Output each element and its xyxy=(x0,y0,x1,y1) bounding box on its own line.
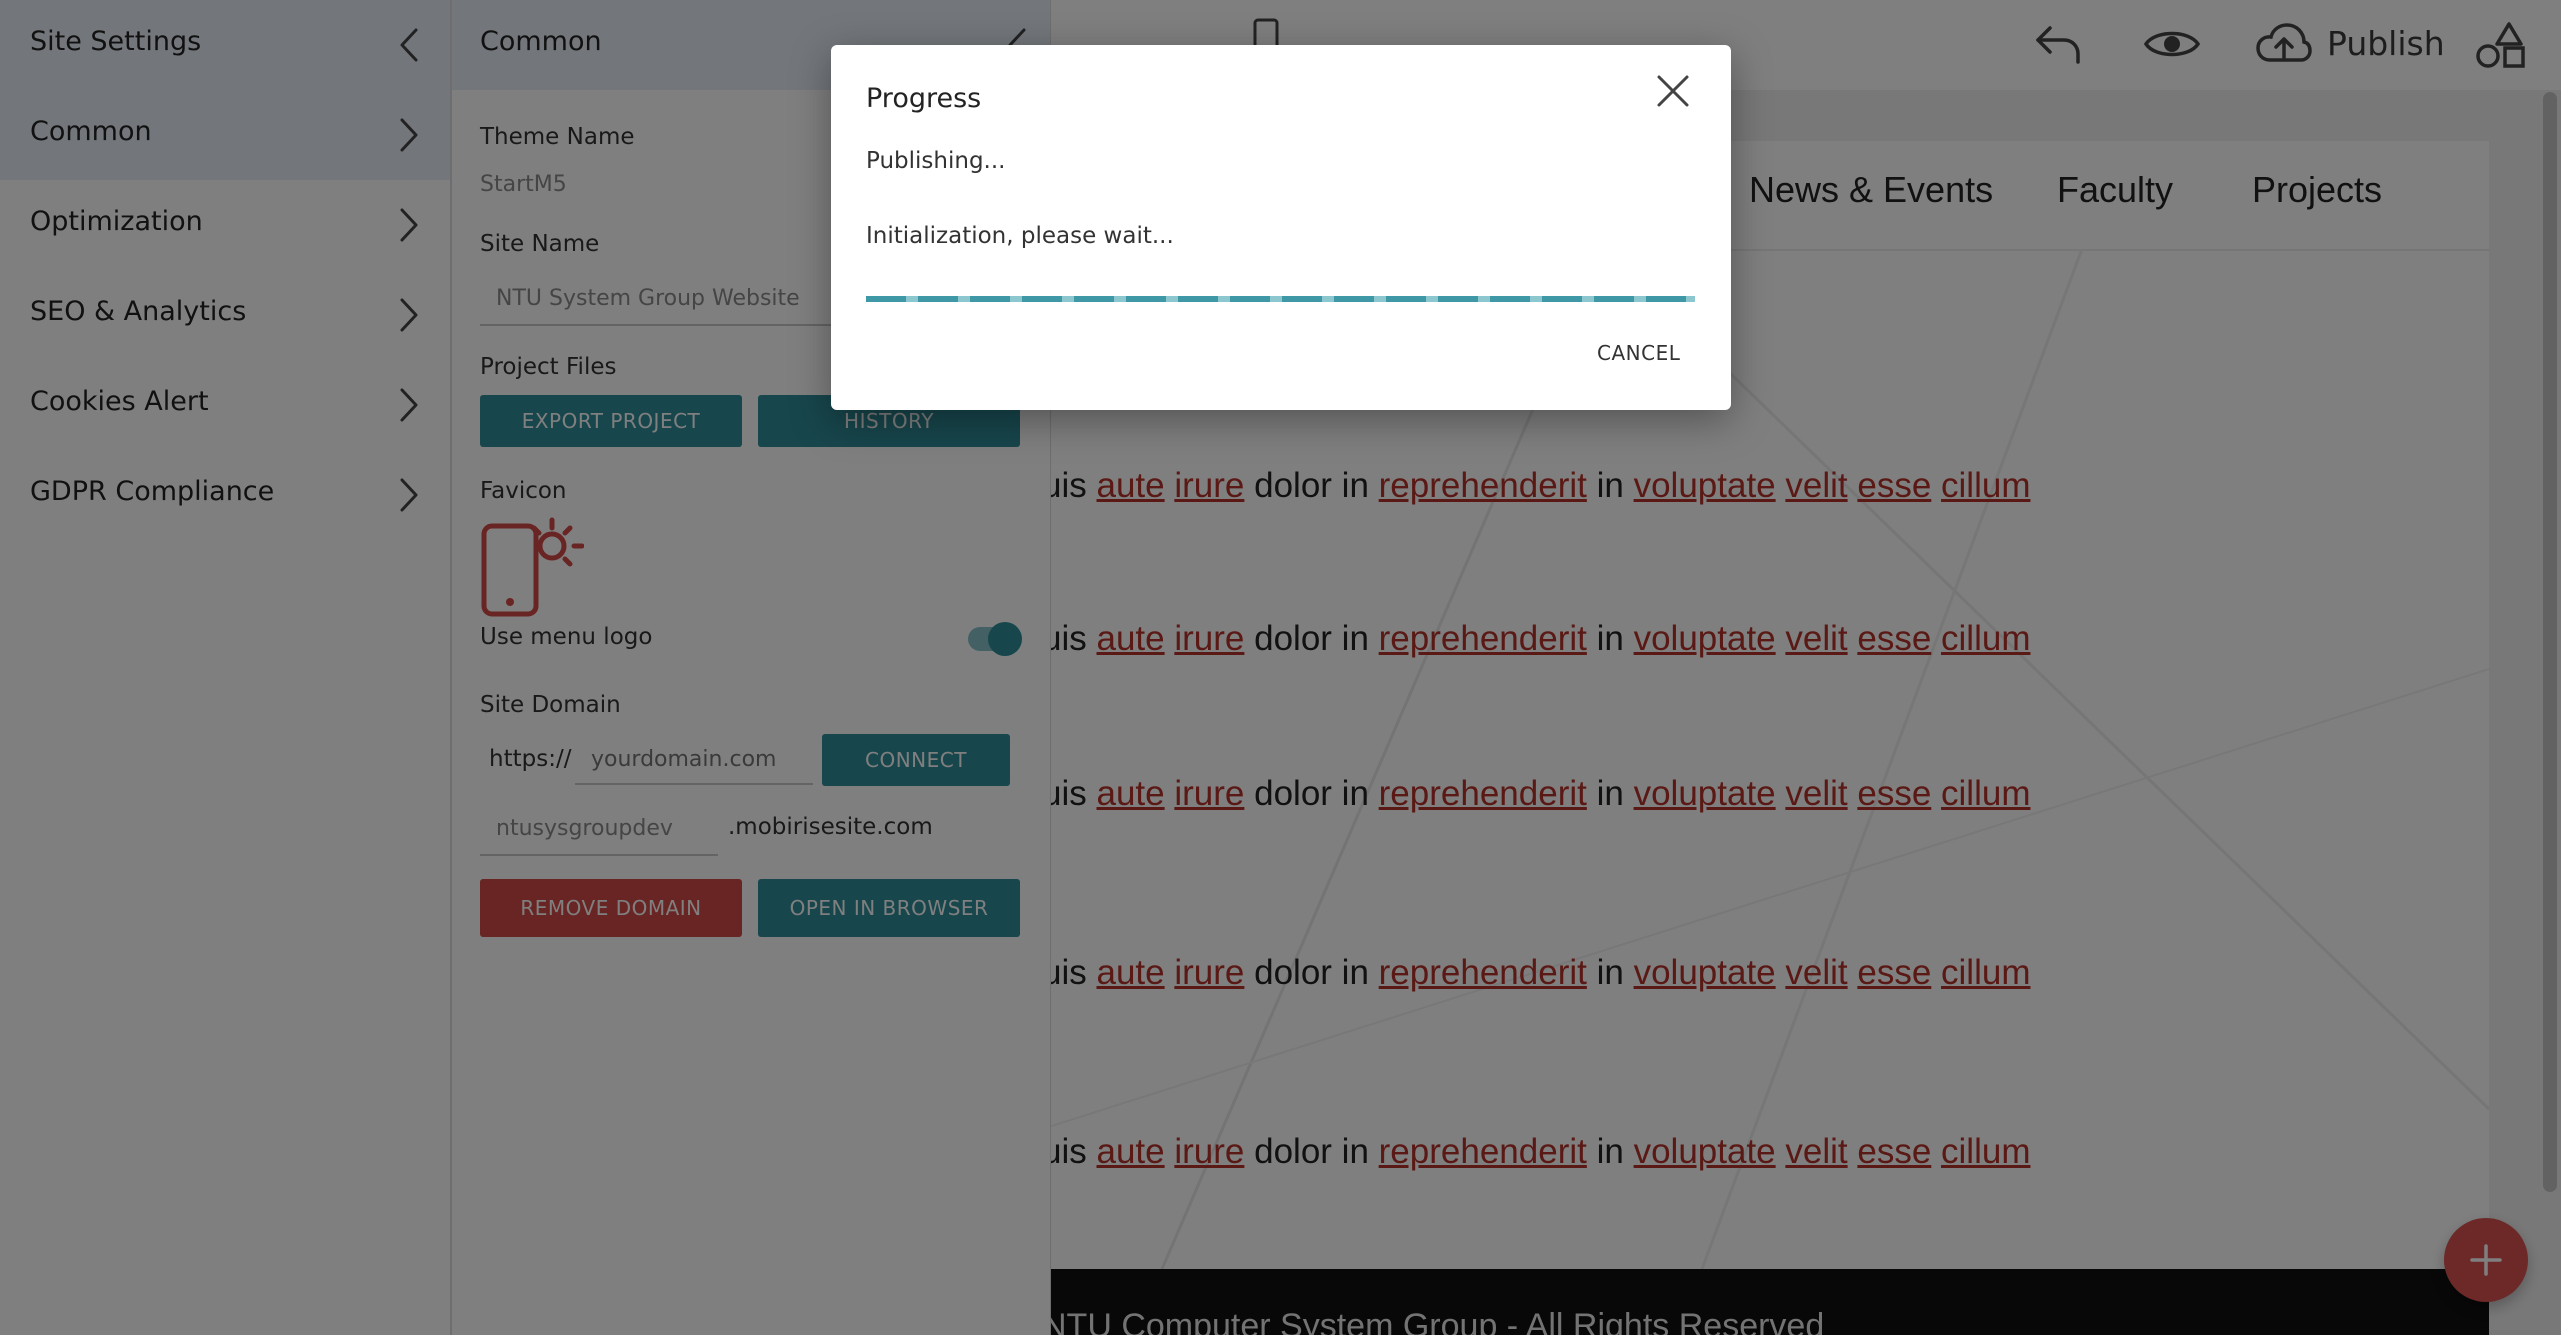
close-icon[interactable] xyxy=(1653,71,1693,111)
dialog-message: Initialization, please wait... xyxy=(866,223,1174,249)
progress-dialog: Progress Publishing... Initialization, p… xyxy=(831,45,1731,410)
cancel-button[interactable]: CANCEL xyxy=(1597,341,1680,365)
dialog-status: Publishing... xyxy=(866,148,1006,174)
dialog-title: Progress xyxy=(866,83,982,114)
progress-bar xyxy=(866,296,1695,302)
